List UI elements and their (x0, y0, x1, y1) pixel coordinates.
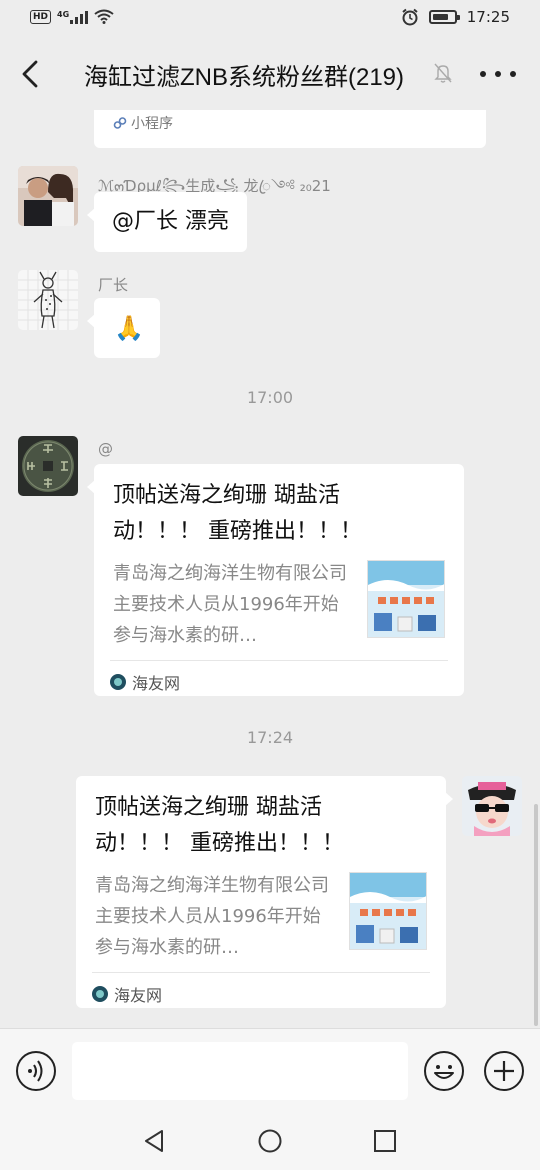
emoji-icon[interactable] (424, 1051, 464, 1091)
clock: 17:25 (466, 8, 510, 26)
mini-program-icon (113, 117, 127, 129)
sender-name: @ (98, 440, 113, 458)
card-source: 海友网 (114, 986, 163, 1005)
message-bubble[interactable]: @厂长 漂亮 (87, 192, 247, 252)
square-recents-icon[interactable] (372, 1128, 398, 1154)
card-thumbnail (367, 560, 445, 638)
card-description: 青岛海之绚海洋生物有限公司主要技术人员从1996年开始参与海水素的研… (113, 563, 347, 646)
battery-icon (428, 10, 460, 24)
avatar[interactable] (18, 436, 78, 496)
circle-home-icon[interactable] (257, 1128, 283, 1154)
hd-badge: HD (30, 9, 52, 24)
timestamp: 17:00 (246, 388, 294, 407)
status-bar: HD 4G 17:25 (0, 0, 540, 38)
message-input[interactable] (72, 1042, 408, 1100)
plus-circle-icon[interactable] (484, 1051, 524, 1091)
my-avatar[interactable] (462, 776, 522, 836)
more-dots-icon[interactable] (480, 60, 516, 88)
link-card[interactable]: 顶帖送海之绚珊 瑚盐活动！！！ 重磅推出！！！ 青岛海之绚海洋生物有限公司主要技… (87, 464, 464, 696)
bell-off-icon (434, 63, 452, 83)
message-bubble[interactable]: 🙏 (87, 298, 160, 358)
card-description: 青岛海之绚海洋生物有限公司主要技术人员从1996年开始参与海水素的研… (95, 875, 329, 958)
avatar[interactable] (18, 166, 78, 226)
alarm-icon (402, 8, 418, 26)
source-logo-icon (92, 986, 108, 1002)
network-type: 4G (57, 9, 70, 19)
scrollbar[interactable] (534, 804, 538, 1026)
card-title: 顶帖送海之绚珊 瑚盐活动！！！ 重磅推出！！！ (113, 483, 362, 544)
mini-program-card[interactable]: 小程序 (94, 110, 486, 148)
triangle-back-icon[interactable] (142, 1128, 168, 1154)
card-title: 顶帖送海之绚珊 瑚盐活动！！！ 重磅推出！！！ (95, 795, 344, 856)
chevron-left-icon[interactable] (16, 56, 46, 92)
card-source: 海友网 (132, 674, 181, 693)
timestamp: 17:24 (246, 728, 294, 747)
chat-header: 海缸过滤ZNB系统粉丝群(219) (0, 38, 540, 110)
source-logo-icon (110, 674, 126, 690)
voice-icon[interactable] (16, 1051, 56, 1091)
card-thumbnail (349, 872, 427, 950)
signal-icon (70, 10, 89, 24)
link-card[interactable]: 顶帖送海之绚珊 瑚盐活动！！！ 重磅推出！！！ 青岛海之绚海洋生物有限公司主要技… (76, 776, 453, 1008)
sender-name: 厂长 (98, 276, 129, 294)
chat-messages[interactable]: 小程序 ℳ๓Ɗρμℓ꧂生成꧁ 龙ꦿ༺ ₂₀21 @厂长 漂亮 厂长 🙏 17:0… (0, 110, 540, 1028)
avatar[interactable] (18, 270, 78, 330)
wifi-icon (94, 9, 114, 24)
page-title[interactable]: 海缸过滤ZNB系统粉丝群(219) (84, 57, 404, 92)
mini-program-label: 小程序 (131, 116, 173, 132)
system-nav-bar (0, 1112, 540, 1170)
input-bar (0, 1028, 540, 1112)
pray-emoji: 🙏 (114, 314, 144, 342)
